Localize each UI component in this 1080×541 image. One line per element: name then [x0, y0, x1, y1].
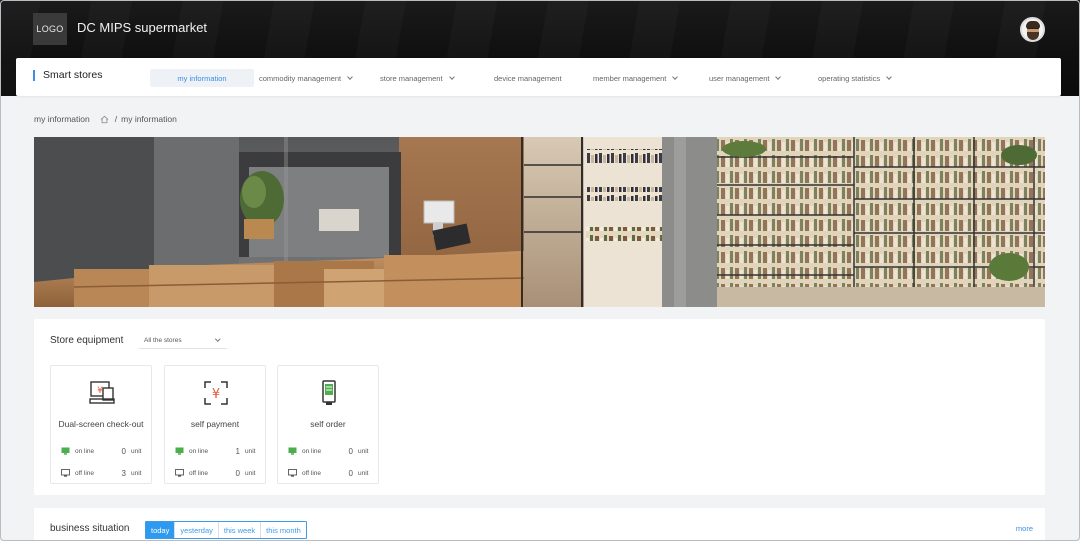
business-situation-title: business situation	[50, 523, 130, 534]
online-stat: on line 0 unit	[288, 447, 372, 457]
offline-monitor-icon	[61, 469, 70, 477]
avatar-glasses	[1027, 28, 1039, 31]
nav-item-label: my information	[177, 73, 227, 83]
offline-count: 0	[348, 469, 353, 478]
scan-yen-icon: ¥	[204, 381, 228, 405]
chevron-down-icon	[448, 73, 455, 80]
online-count: 1	[235, 447, 240, 456]
page-title: my information	[34, 114, 90, 124]
tab-this-week[interactable]: this week	[217, 522, 261, 538]
nav-item-member-management[interactable]: member management	[593, 69, 679, 87]
chevron-down-icon	[775, 73, 782, 80]
unit-label: unit	[131, 448, 142, 455]
online-monitor-icon	[175, 447, 184, 455]
nav-item-my-information[interactable]: my information	[150, 69, 254, 87]
app-title: DC MIPS supermarket	[77, 20, 208, 35]
online-label: on line	[302, 448, 322, 455]
device-name: Dual-screen check-out	[58, 419, 144, 429]
offline-monitor-icon	[288, 469, 297, 477]
home-icon[interactable]	[100, 115, 109, 124]
nav-item-store-management[interactable]: store management	[380, 69, 455, 87]
logo[interactable]: LOGO	[33, 13, 67, 45]
store-select-dropdown[interactable]: All the stores	[139, 333, 227, 349]
nav-item-label: commodity management	[259, 73, 342, 83]
offline-count: 0	[235, 469, 240, 478]
kiosk-icon	[322, 380, 336, 405]
online-count: 0	[121, 447, 126, 456]
offline-stat: off line 0 unit	[175, 469, 259, 479]
store-banner-image	[34, 137, 1045, 307]
chevron-down-icon	[672, 73, 679, 80]
avatar-beard	[1027, 32, 1039, 40]
offline-monitor-icon	[175, 469, 184, 477]
offline-stat: off line 0 unit	[288, 469, 372, 479]
svg-text:¥: ¥	[212, 387, 220, 402]
store-interior-illustration	[34, 137, 1045, 307]
user-avatar[interactable]	[1020, 17, 1045, 42]
online-stat: on line 1 unit	[175, 447, 259, 457]
offline-label: off line	[189, 470, 209, 477]
period-tabs: today yesterday this week this month	[145, 521, 307, 539]
chevron-down-icon	[347, 73, 353, 80]
unit-label: unit	[245, 470, 256, 477]
nav-item-label: store management	[380, 73, 443, 83]
unit-label: unit	[358, 470, 369, 477]
svg-text:¥: ¥	[97, 386, 103, 396]
chevron-down-icon	[886, 73, 892, 80]
breadcrumb-link[interactable]: my information	[121, 114, 177, 124]
unit-label: unit	[358, 448, 369, 455]
device-card-dual-screen[interactable]: ¥ Dual-screen check-out on line 0 unit o…	[50, 365, 152, 484]
main-navbar: Smart stores my information commodity ma…	[16, 58, 1061, 96]
online-count: 0	[348, 447, 353, 456]
device-card-self-order[interactable]: self order on line 0 unit off line 0 uni…	[277, 365, 379, 484]
nav-item-label: user management	[709, 73, 770, 83]
nav-item-label: device management	[494, 73, 562, 83]
offline-label: off line	[75, 470, 95, 477]
online-monitor-icon	[288, 447, 297, 455]
store-equipment-panel: Store equipment All the stores ¥ Dual-sc…	[34, 319, 1045, 495]
store-equipment-title: Store equipment	[50, 335, 124, 346]
unit-label: unit	[131, 470, 142, 477]
breadcrumb: my information / my information	[34, 114, 177, 124]
nav-item-commodity-management[interactable]: commodity management	[259, 69, 353, 87]
online-stat: on line 0 unit	[61, 447, 145, 457]
avatar-hair	[1026, 21, 1040, 28]
device-name: self payment	[190, 419, 240, 429]
device-name: self order	[310, 419, 346, 429]
business-situation-panel: business situation today yesterday this …	[34, 508, 1045, 541]
store-select-value: All the stores	[144, 337, 182, 344]
online-label: on line	[75, 448, 95, 455]
unit-label: unit	[245, 448, 256, 455]
device-card-self-payment[interactable]: ¥ self payment on line 1 unit off line 0…	[164, 365, 266, 484]
nav-brand: Smart stores	[33, 70, 103, 81]
online-monitor-icon	[61, 447, 70, 455]
dual-screen-register-icon: ¥	[89, 381, 115, 404]
tab-this-month[interactable]: this month	[260, 522, 306, 538]
chevron-down-icon	[214, 336, 220, 342]
nav-item-device-management[interactable]: device management	[494, 69, 562, 87]
offline-label: off line	[302, 470, 322, 477]
nav-item-label: member management	[593, 73, 667, 83]
nav-item-operating-statistics[interactable]: operating statistics	[818, 69, 892, 87]
nav-item-label: operating statistics	[818, 73, 881, 83]
tab-yesterday[interactable]: yesterday	[174, 522, 218, 538]
tab-today[interactable]: today	[146, 522, 175, 538]
breadcrumb-separator: /	[114, 114, 118, 124]
offline-count: 3	[121, 469, 126, 478]
nav-item-user-management[interactable]: user management	[709, 69, 782, 87]
offline-stat: off line 3 unit	[61, 469, 145, 479]
more-link[interactable]: more	[1016, 524, 1033, 533]
online-label: on line	[189, 448, 209, 455]
